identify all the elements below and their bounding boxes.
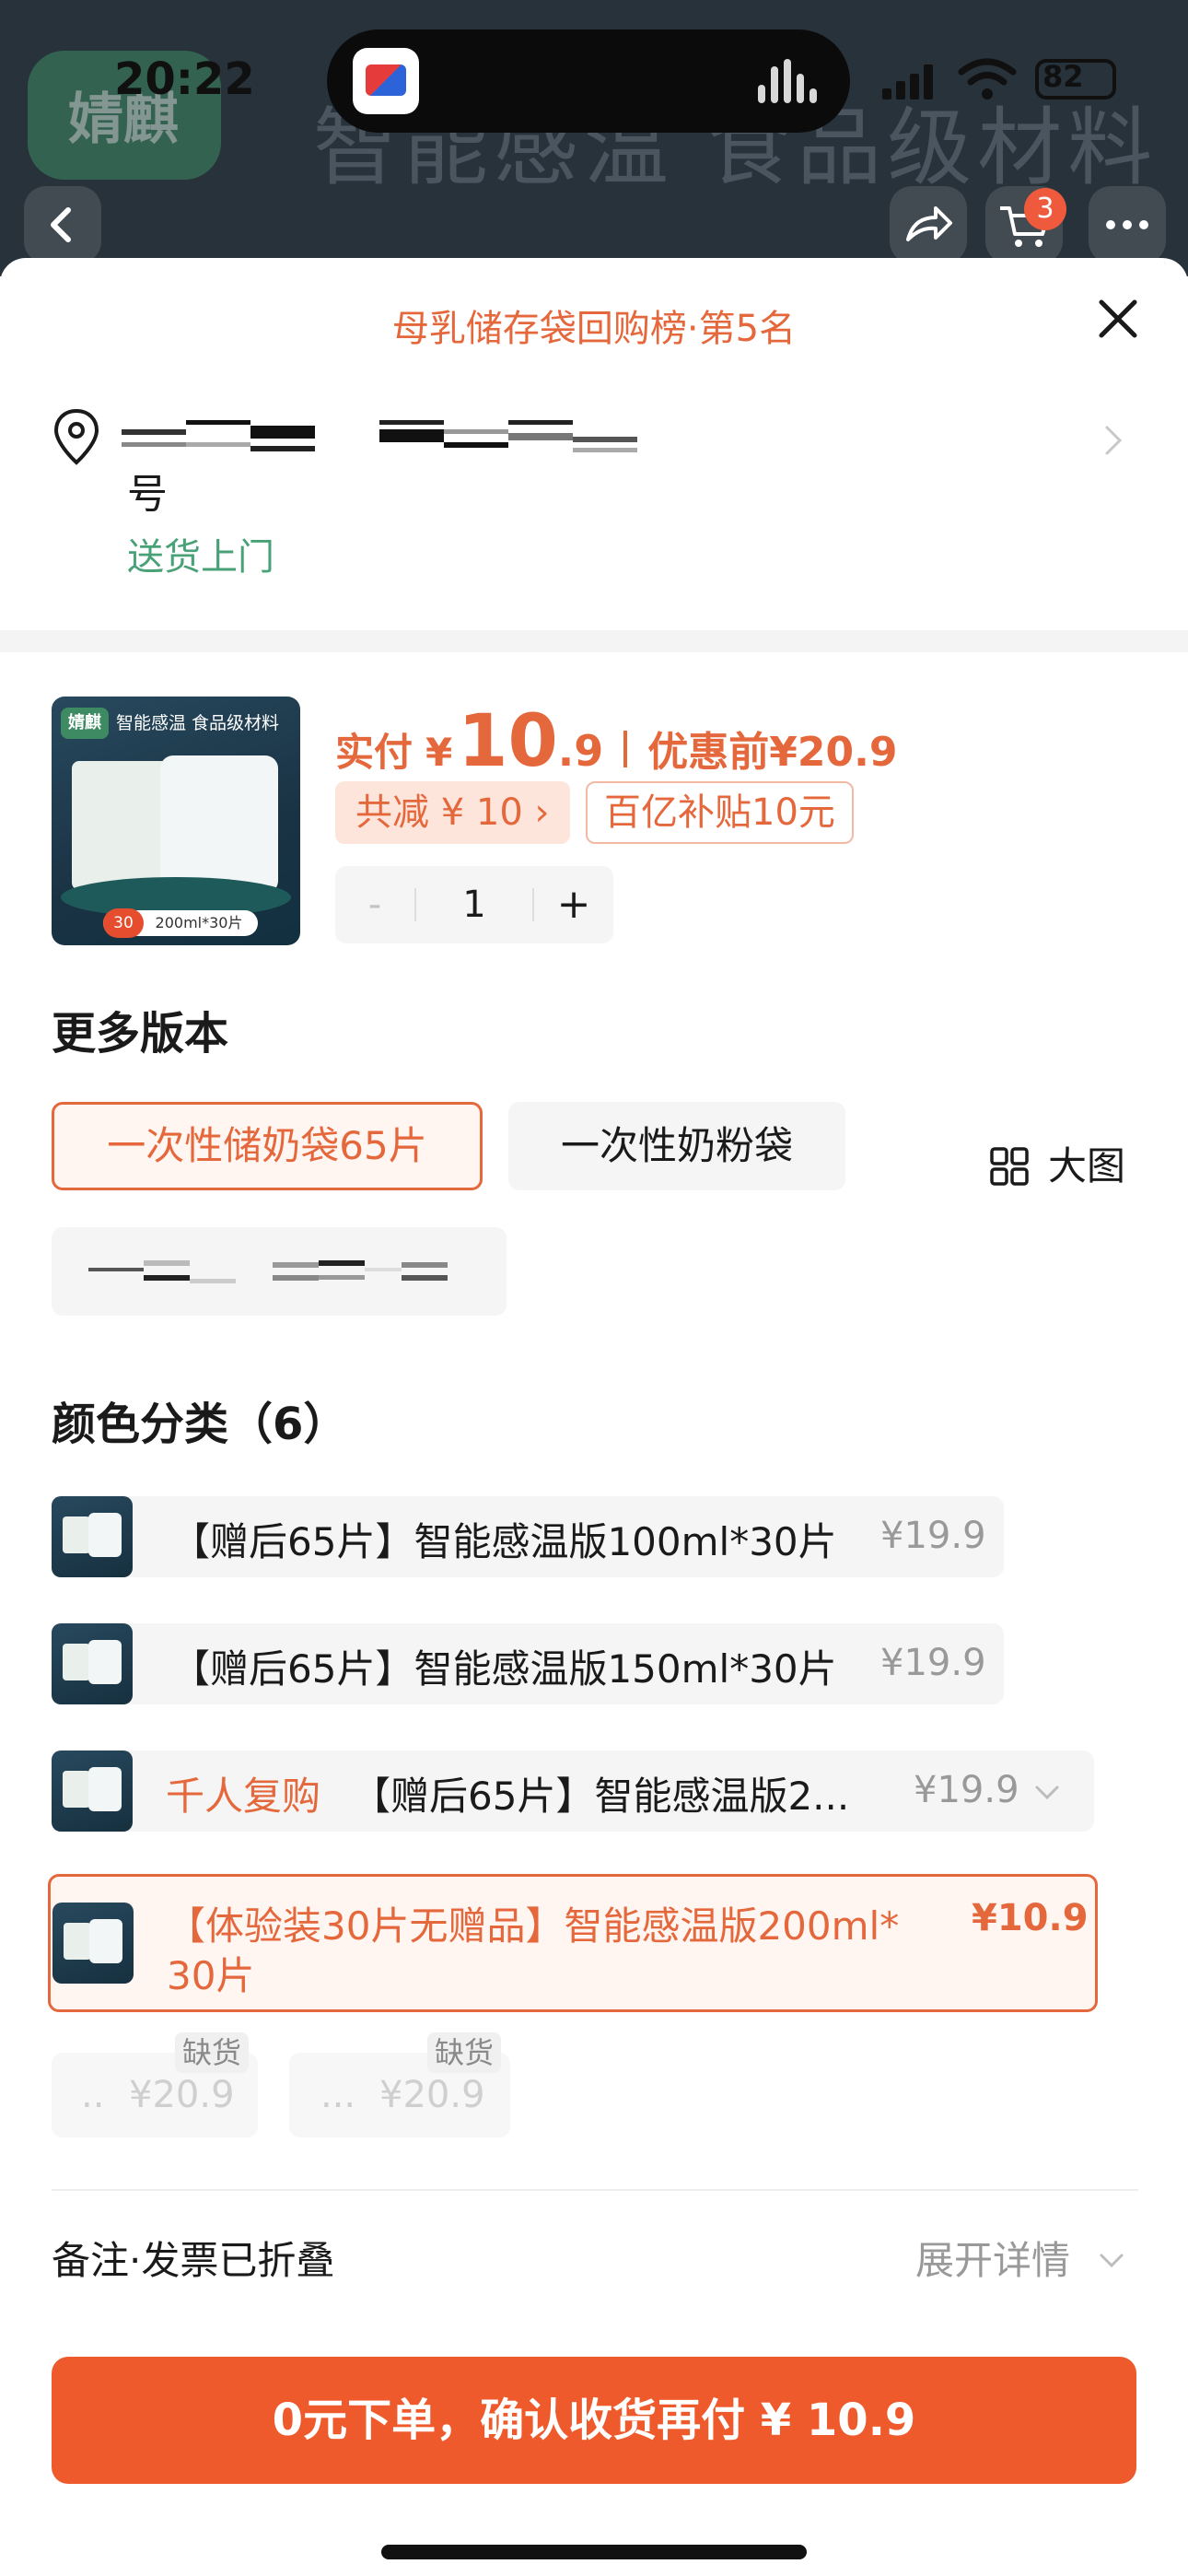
paid-label: 实付 — [335, 730, 413, 775]
share-button[interactable] — [890, 186, 967, 263]
close-icon[interactable] — [1089, 289, 1147, 348]
back-button[interactable] — [24, 186, 101, 263]
version-chip[interactable]: 一次性奶粉袋 — [508, 1102, 845, 1190]
option-label: 【赠后65片】智能感温版100ml*30片 — [171, 1519, 837, 1564]
battery-icon: 82 — [1035, 59, 1116, 100]
grid-view-icon — [990, 1147, 1029, 1186]
color-option[interactable]: 【赠后65片】智能感温版100ml*30片 ¥19.9 — [52, 1496, 1004, 1577]
remark-label: 备注·发票已折叠 — [52, 2238, 335, 2283]
option-label: 【赠后65片】智能感温版2... — [352, 1774, 850, 1819]
thumbnail-brand: 婧麒 — [61, 708, 109, 739]
option-price: ¥19.9 — [914, 1769, 1019, 1811]
cart-count-badge: 3 — [1024, 188, 1066, 230]
rank-title[interactable]: 母乳储存袋回购榜·第5名 — [0, 299, 1188, 352]
before-price: ¥20.9 — [769, 729, 898, 776]
repurchase-tag: 千人复购 — [166, 1774, 321, 1819]
option-label-line1: 【体验装30片无赠品】智能感温版200ml* — [167, 1903, 900, 1949]
delivery-method: 送货上门 — [127, 536, 274, 579]
chevron-right-icon — [1105, 426, 1123, 455]
remark-divider — [52, 2189, 1138, 2191]
color-option-out-of-stock[interactable]: ... ¥20.9 缺货 — [289, 2032, 510, 2137]
dynamic-island — [327, 29, 850, 133]
thumbnail-box — [72, 761, 173, 890]
discount-chip[interactable]: 共减 ¥ 10 › — [335, 781, 570, 844]
paid-price-int: 10 — [458, 700, 558, 783]
address-tail: 号 — [127, 471, 168, 518]
app-icon — [353, 48, 419, 114]
option-thumbnail — [52, 1496, 133, 1577]
audio-wave-icon — [758, 59, 817, 103]
version-chip-selected[interactable]: 一次性储奶袋65片 — [52, 1102, 483, 1190]
option-thumbnail — [52, 1903, 134, 1984]
versions-title: 更多版本 — [52, 1008, 229, 1060]
thumbnail-tagline: 智能感温 食品级材料 — [116, 713, 280, 733]
background-product-header: 婧麒 智能感温 食品级材料 20:22 82 3 — [0, 0, 1188, 276]
option-price: ¥19.9 — [880, 1642, 986, 1684]
quantity-value[interactable]: 1 — [416, 866, 532, 943]
redacted-address — [122, 405, 1098, 470]
paid-price-dec: .9 — [557, 726, 604, 776]
color-option-out-of-stock[interactable]: .. ¥20.9 缺货 — [52, 2032, 258, 2137]
out-of-stock-tag: 缺货 — [175, 2032, 250, 2073]
option-price: ¥10.9 — [972, 1897, 1089, 1939]
price-separator — [623, 731, 628, 767]
signal-icon — [882, 63, 934, 100]
option-label-line2: 30片 — [167, 1953, 255, 1998]
product-thumbnail[interactable]: 婧麒 智能感温 食品级材料 200ml*30片 30 — [52, 697, 300, 945]
oos-ellipsis: ... — [320, 2074, 356, 2116]
quantity-minus-button[interactable]: - — [335, 866, 414, 943]
oos-ellipsis: .. — [81, 2074, 105, 2116]
version-chip-redacted[interactable] — [52, 1227, 507, 1316]
share-icon — [906, 206, 952, 241]
address-row[interactable]: 号 送货上门 — [52, 405, 1138, 626]
paid-currency: ¥ — [425, 730, 453, 775]
wifi-icon — [958, 58, 1017, 100]
quantity-stepper: - 1 + — [335, 866, 613, 943]
option-thumbnail — [52, 1623, 133, 1704]
thumbnail-count-badge: 30 — [103, 908, 144, 938]
expand-details-button[interactable]: 展开详情 — [915, 2230, 1070, 2286]
back-arrow-icon — [51, 207, 71, 242]
before-label: 优惠前 — [647, 729, 770, 776]
option-price: ¥19.9 — [880, 1515, 986, 1557]
location-pin-icon — [53, 408, 99, 465]
big-view-label: 大图 — [1048, 1143, 1126, 1188]
thumbnail-bag — [160, 755, 278, 894]
color-option[interactable]: 千人复购 【赠后65片】智能感温版2... ¥19.9 — [52, 1751, 1094, 1832]
more-dots-icon — [1106, 220, 1148, 229]
status-time: 20:22 — [114, 53, 255, 105]
subsidy-chip: 百亿补贴10元 — [586, 781, 854, 844]
sku-selector-sheet: 母乳储存袋回购榜·第5名 号 送货上门 婧麒 智能感温 食品级材料 200ml*… — [0, 258, 1188, 2576]
home-indicator — [381, 2545, 807, 2559]
chevron-down-icon — [1035, 1786, 1059, 1800]
option-thumbnail — [52, 1751, 133, 1832]
chevron-down-icon — [1100, 2254, 1124, 2268]
price-line: 实付 ¥10.9 优惠前¥20.9 — [335, 700, 898, 783]
color-option[interactable]: 【赠后65片】智能感温版150ml*30片 ¥19.9 — [52, 1623, 1004, 1704]
more-button[interactable] — [1089, 186, 1166, 263]
option-label: 【赠后65片】智能感温版150ml*30片 — [171, 1646, 837, 1692]
section-divider — [0, 630, 1188, 652]
quantity-plus-button[interactable]: + — [534, 866, 613, 943]
color-option-selected[interactable]: 【体验装30片无赠品】智能感温版200ml* 30片 ¥10.9 — [48, 1874, 1098, 2012]
out-of-stock-tag: 缺货 — [427, 2032, 502, 2073]
colors-title: 颜色分类（6） — [52, 1399, 348, 1450]
place-order-button[interactable]: 0元下单，确认收货再付 ¥ 10.9 — [52, 2357, 1136, 2484]
